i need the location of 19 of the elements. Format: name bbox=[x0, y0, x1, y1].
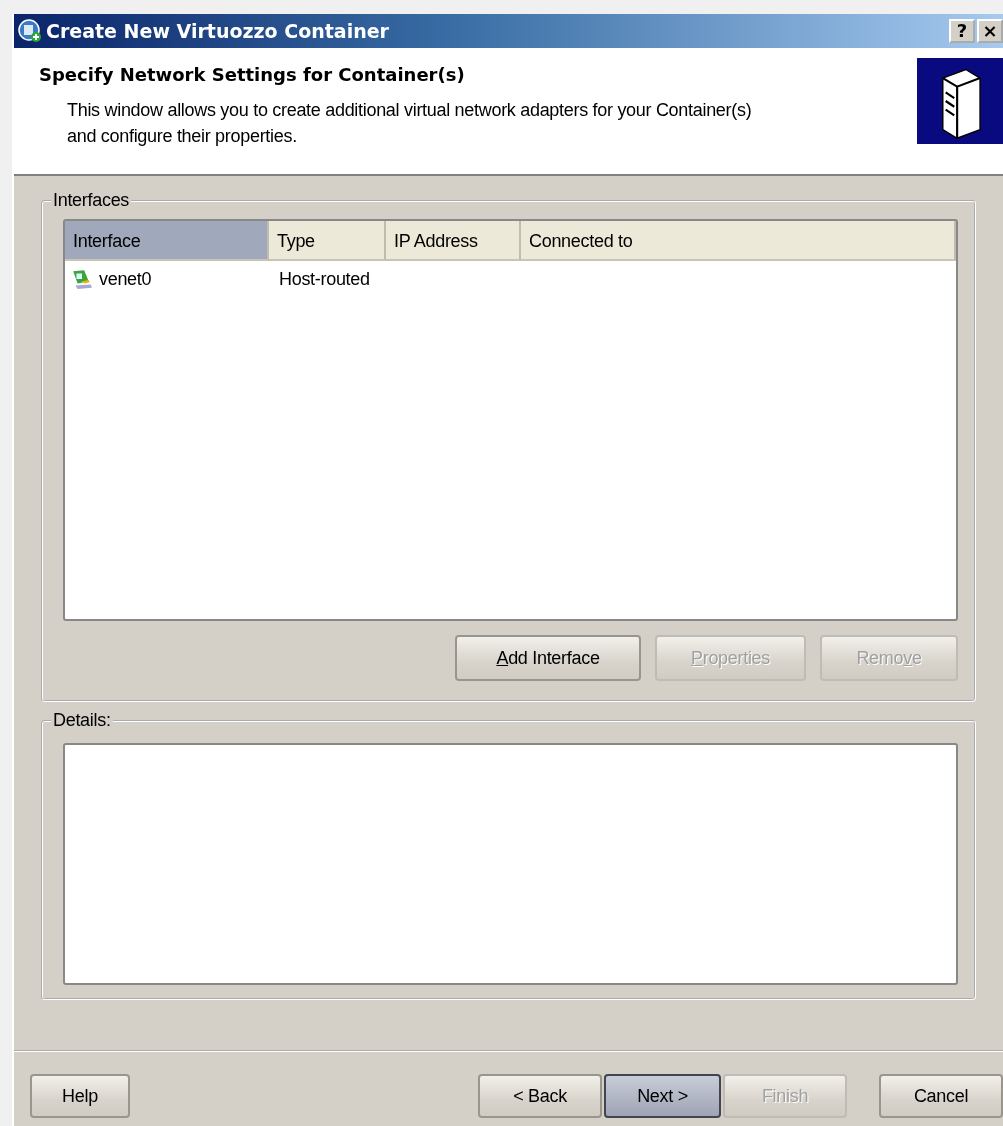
window-title: Create New Virtuozzo Container bbox=[46, 20, 390, 42]
page-title: Specify Network Settings for Container(s) bbox=[39, 64, 466, 85]
table-cell: Host-routed bbox=[279, 268, 370, 290]
wizard-button[interactable]: < Back bbox=[478, 1074, 602, 1118]
help-button[interactable]: Help bbox=[30, 1074, 130, 1118]
column-header[interactable]: IP Address bbox=[386, 221, 521, 261]
group-label: Details: bbox=[52, 710, 112, 731]
wizard-button[interactable]: Next > bbox=[604, 1074, 721, 1118]
column-header[interactable]: Type bbox=[269, 221, 386, 261]
cancel-button[interactable]: Cancel bbox=[879, 1074, 1003, 1118]
table-cell: venet0 bbox=[99, 268, 152, 290]
help-button[interactable]: ? bbox=[949, 19, 975, 43]
page-description: This window allows you to create additional virtual network adapters for your Container(s) and configure their properties. bbox=[67, 99, 753, 149]
column-header[interactable]: Connected to bbox=[521, 221, 956, 261]
column-header[interactable]: Interface bbox=[65, 221, 269, 261]
close-button[interactable]: × bbox=[977, 19, 1003, 43]
group-label: Interfaces bbox=[52, 190, 131, 211]
network-adapter-icon bbox=[71, 268, 93, 290]
action-button[interactable]: Add Interface bbox=[455, 635, 641, 681]
